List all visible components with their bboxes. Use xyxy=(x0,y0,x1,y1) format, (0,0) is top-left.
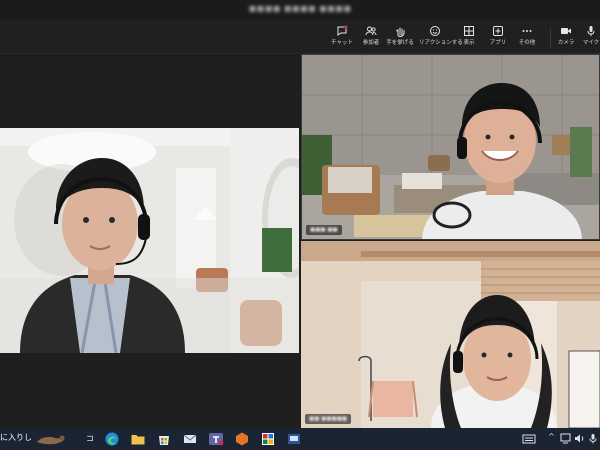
apps-label: アプリ xyxy=(489,40,507,46)
participants-label: 参加者 xyxy=(362,40,380,46)
participant-2-name-text: ■■■ ■■ xyxy=(310,227,338,233)
chat-label: チャット xyxy=(331,40,353,46)
task-view-icon[interactable]: ⊐ xyxy=(82,431,98,447)
mic-button[interactable]: マイク xyxy=(578,23,600,53)
mic-icon xyxy=(587,26,595,36)
more-button[interactable]: その他 xyxy=(511,23,543,53)
reaction-icon xyxy=(430,26,440,36)
participant-video-3[interactable]: ■■ ■■■■■ xyxy=(301,241,600,428)
participant-2-video-frame xyxy=(302,55,599,239)
participant-3-video-frame xyxy=(301,241,600,428)
participants-button[interactable]: 参加者 xyxy=(355,23,387,53)
apps-icon xyxy=(493,26,503,36)
app-icon[interactable] xyxy=(260,431,276,447)
mail-icon[interactable] xyxy=(182,431,198,447)
network-icon[interactable] xyxy=(560,433,571,444)
apps-button[interactable]: アプリ xyxy=(482,23,514,53)
participant-1-video-frame xyxy=(0,128,299,353)
participant-video-1[interactable]: ■■■■ xyxy=(0,128,299,353)
chat-icon xyxy=(337,25,348,36)
camera-icon xyxy=(561,28,571,34)
more-label: その他 xyxy=(518,40,536,46)
raise-hand-icon xyxy=(396,27,405,37)
people-icon xyxy=(365,26,377,36)
more-icon xyxy=(522,30,532,32)
meeting-toolbar: チャット 参加者 手を挙げる リアクションする 表示 アプリ その他 カメラ マ… xyxy=(0,20,600,54)
window-title: ■■■■ ■■■■ ■■■■ xyxy=(248,4,352,13)
reaction-label: リアクションする xyxy=(419,40,463,46)
participant-3-name-text: ■■ ■■■■■ xyxy=(309,416,348,422)
file-explorer-icon[interactable] xyxy=(130,431,146,447)
chat-button[interactable]: チャット xyxy=(326,23,358,53)
participant-video-2[interactable]: ■■■ ■■ xyxy=(301,54,600,240)
office-icon[interactable] xyxy=(234,431,250,447)
title-bar: ■■■■ ■■■■ ■■■■ xyxy=(0,0,600,20)
windows-taskbar: に入りし ⊐ ^ xyxy=(0,428,600,450)
chevron-up-icon[interactable]: ^ xyxy=(548,432,555,441)
edge-icon[interactable] xyxy=(104,431,120,447)
view-button[interactable]: 表示 xyxy=(453,23,485,53)
taskbar-widget-text[interactable]: に入りし xyxy=(0,432,32,443)
otter-widget-icon[interactable] xyxy=(34,430,68,448)
participant-3-name: ■■ ■■■■■ xyxy=(305,414,352,424)
raise-hand-button[interactable]: 手を挙げる xyxy=(384,23,416,53)
mic-tray-icon[interactable] xyxy=(588,433,598,444)
view-icon xyxy=(464,26,474,36)
raise-hand-label: 手を挙げる xyxy=(386,40,414,46)
volume-icon[interactable] xyxy=(574,433,585,444)
store-icon[interactable] xyxy=(156,431,172,447)
participant-2-name: ■■■ ■■ xyxy=(306,225,342,235)
reaction-button[interactable]: リアクションする xyxy=(419,23,463,53)
view-label: 表示 xyxy=(463,40,475,46)
teams-icon[interactable] xyxy=(208,431,224,447)
meeting-window: ■■■■ ■■■■ ■■■■ チャット 参加者 手を挙げる リアクションする 表… xyxy=(0,0,600,428)
app2-icon[interactable] xyxy=(286,431,302,447)
mic-label: マイク xyxy=(582,40,600,46)
keyboard-icon[interactable] xyxy=(522,432,536,446)
